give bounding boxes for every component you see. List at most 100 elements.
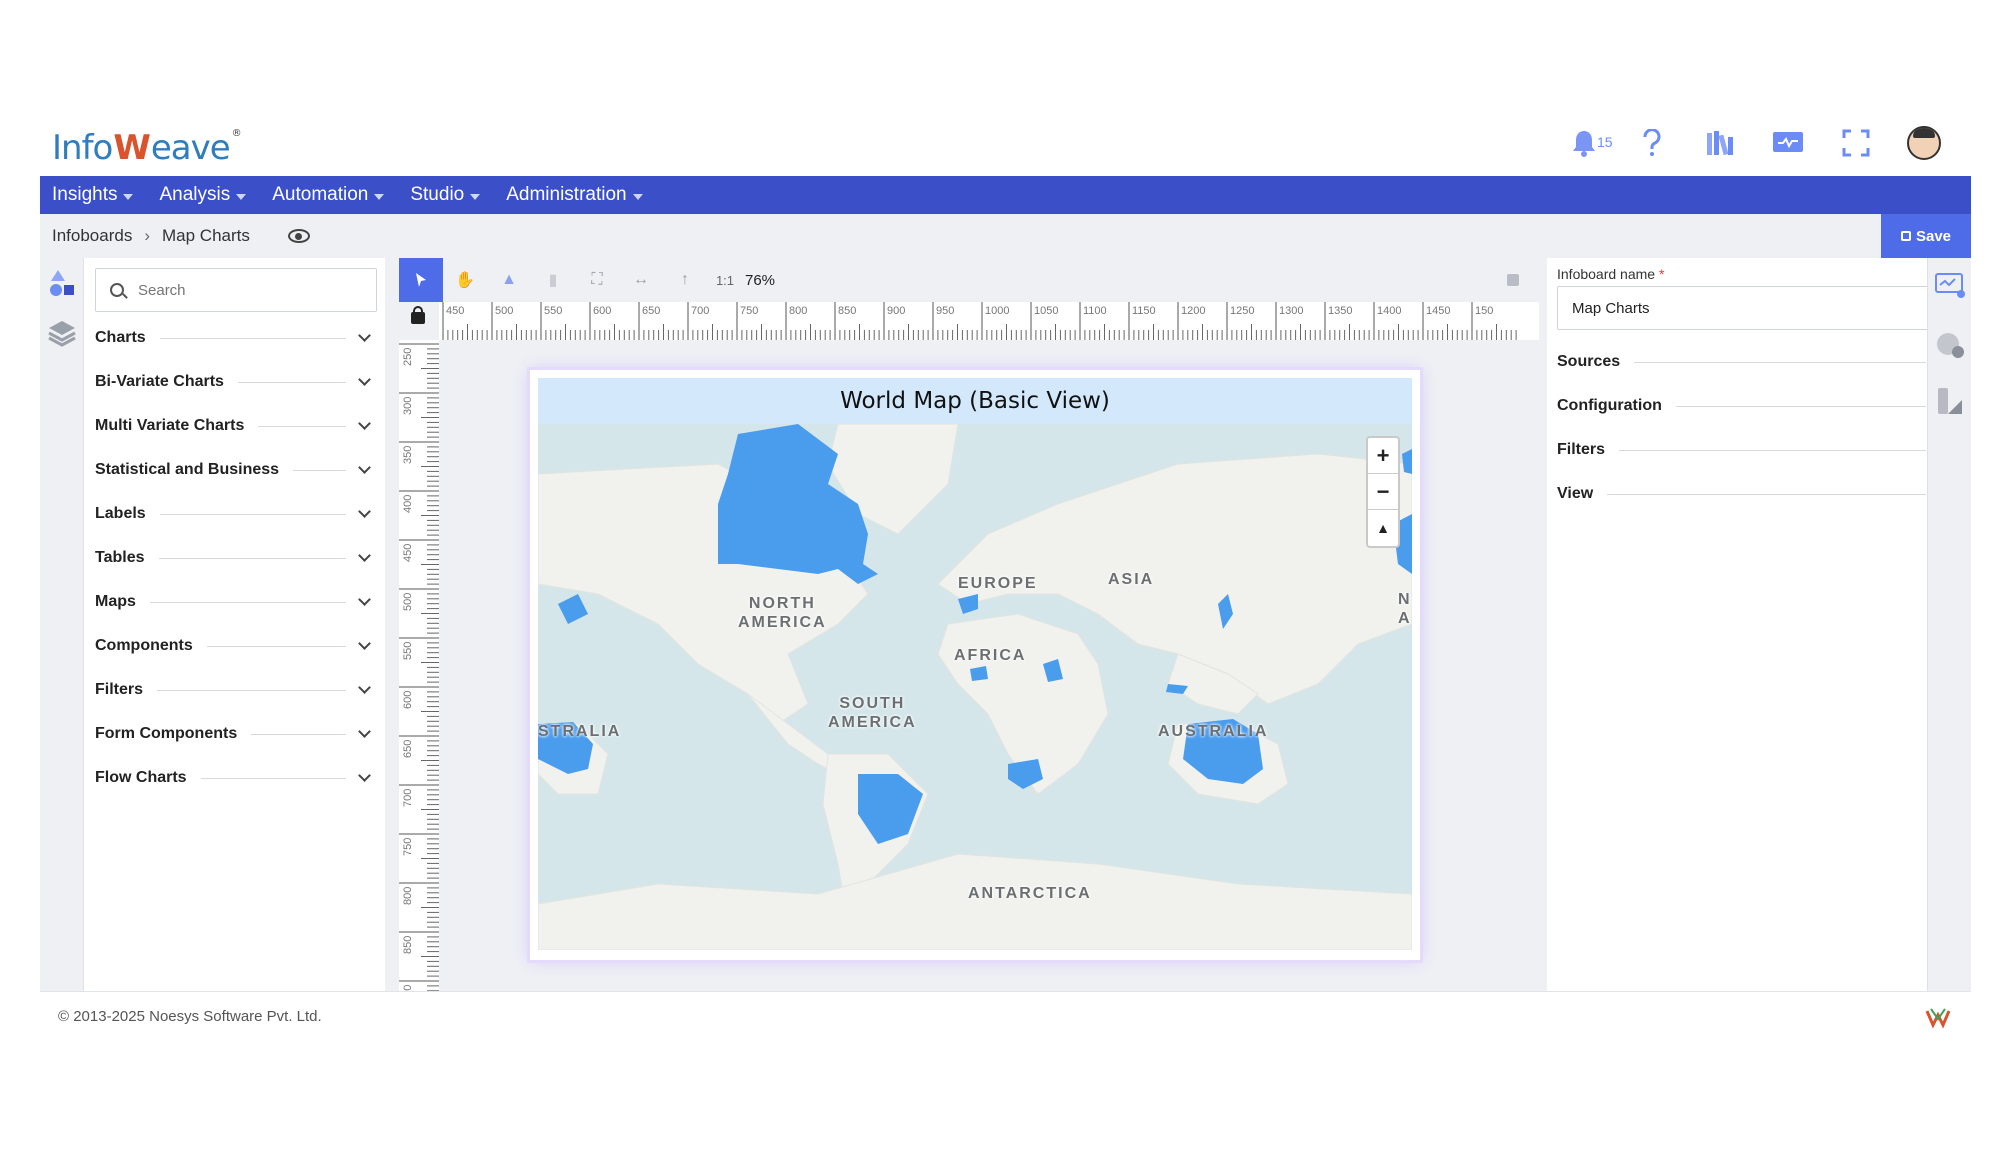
left-splitter[interactable] bbox=[385, 258, 399, 991]
category-charts[interactable]: Charts bbox=[95, 316, 377, 360]
arrow-up-icon: ↑ bbox=[681, 271, 689, 288]
user-avatar[interactable] bbox=[1907, 126, 1941, 160]
divider bbox=[1619, 449, 1926, 451]
section-view[interactable]: View bbox=[1557, 472, 1957, 516]
world-map[interactable]: NORTH AMERICA SOUTH AMERICA EUROPE ASIA … bbox=[538, 424, 1412, 950]
layers-icon[interactable] bbox=[45, 316, 79, 350]
category-tables[interactable]: Tables bbox=[95, 536, 377, 580]
lock-icon[interactable] bbox=[411, 306, 425, 324]
map-layer bbox=[538, 424, 1412, 950]
zoom-level: 76% bbox=[745, 271, 776, 289]
select-tool-button[interactable] bbox=[399, 258, 443, 302]
breadcrumb-current: Map Charts bbox=[162, 226, 250, 245]
zoom-out-button[interactable]: − bbox=[1368, 474, 1398, 510]
nav-administration[interactable]: Administration bbox=[506, 184, 643, 206]
actual-size-button[interactable]: 1:1 bbox=[707, 258, 743, 302]
map-widget[interactable]: World Map (Basic View) NORTH AMERICA SOU… bbox=[530, 370, 1420, 960]
breadcrumb: Infoboards › Map Charts Save bbox=[40, 214, 1971, 258]
search-icon bbox=[110, 283, 124, 297]
ruler-tick-label: 700 bbox=[402, 789, 414, 807]
zoom-in-button[interactable]: + bbox=[1368, 438, 1398, 474]
category-label: Charts bbox=[95, 329, 146, 346]
ruler-tick-label: 550 bbox=[402, 642, 414, 660]
right-rail bbox=[1927, 258, 1971, 991]
category-filters[interactable]: Filters bbox=[95, 668, 377, 712]
save-button[interactable]: Save bbox=[1881, 214, 1971, 258]
ruler-tick-label: 600 bbox=[593, 305, 611, 317]
label-africa: AFRICA bbox=[954, 646, 1026, 665]
divider bbox=[1607, 493, 1926, 495]
ruler-tick-label: 750 bbox=[740, 305, 758, 317]
map-zoom-control: + − ▲ bbox=[1366, 436, 1400, 548]
label-text: AUSTRALIA bbox=[1158, 723, 1269, 740]
label-asia: ASIA bbox=[1108, 570, 1154, 589]
category-components[interactable]: Components bbox=[95, 624, 377, 668]
category-form-components[interactable]: Form Components bbox=[95, 712, 377, 756]
category-multi-variate-charts[interactable]: Multi Variate Charts bbox=[95, 404, 377, 448]
nav-insights[interactable]: Insights bbox=[52, 184, 134, 206]
ruler-tick-label: 1000 bbox=[985, 305, 1009, 317]
nav-label: Automation bbox=[272, 184, 369, 205]
library-button[interactable] bbox=[1703, 126, 1737, 160]
divider bbox=[251, 733, 346, 735]
category-statistical-business[interactable]: Statistical and Business bbox=[95, 448, 377, 492]
breadcrumb-root[interactable]: Infoboards bbox=[52, 226, 132, 246]
reset-north-button[interactable]: ▲ bbox=[1368, 510, 1398, 546]
vertical-ruler: 2503003504004505005506006507007508008509… bbox=[399, 340, 439, 991]
widget-settings-icon[interactable] bbox=[1933, 268, 1967, 302]
notifications-button[interactable]: 15 bbox=[1567, 126, 1613, 160]
brand-name-end: eave bbox=[150, 128, 231, 168]
brand-mark: W bbox=[113, 128, 151, 168]
arrows-horizontal-icon: ↔ bbox=[633, 271, 649, 288]
footer: © 2013-2025 Noesys Software Pvt. Ltd. bbox=[40, 991, 1971, 1040]
ruler-tick-label: 1350 bbox=[1328, 305, 1352, 317]
delete-button[interactable]: ▮ bbox=[531, 258, 575, 302]
category-label: Labels bbox=[95, 505, 146, 522]
label-text: AFRICA bbox=[954, 647, 1027, 664]
category-labels[interactable]: Labels bbox=[95, 492, 377, 536]
save-label: Save bbox=[1915, 227, 1952, 245]
shapes-icon[interactable] bbox=[45, 266, 79, 300]
chevron-down-icon bbox=[358, 549, 371, 562]
fit-width-button[interactable]: ↔ bbox=[619, 258, 663, 302]
section-filters[interactable]: Filters bbox=[1557, 428, 1957, 472]
theme-settings-icon[interactable] bbox=[1933, 328, 1967, 362]
fullscreen-button[interactable] bbox=[1839, 126, 1873, 160]
help-button[interactable] bbox=[1635, 126, 1669, 160]
infoboard-name-input[interactable]: Map Charts bbox=[1557, 286, 1957, 330]
label-right-edge: N A bbox=[1398, 590, 1412, 628]
monitor-button[interactable] bbox=[1771, 126, 1805, 160]
label-text: N A bbox=[1398, 591, 1412, 627]
category-bi-variate-charts[interactable]: Bi-Variate Charts bbox=[95, 360, 377, 404]
search-input[interactable] bbox=[138, 281, 338, 299]
label-text: NORTH AMERICA bbox=[738, 595, 827, 631]
caret-down-icon bbox=[236, 193, 247, 200]
preview-eye-icon[interactable] bbox=[287, 229, 310, 243]
chevron-down-icon bbox=[358, 769, 371, 782]
category-maps[interactable]: Maps bbox=[95, 580, 377, 624]
chevron-down-icon bbox=[358, 329, 371, 342]
section-sources[interactable]: Sources bbox=[1557, 340, 1957, 384]
category-flow-charts[interactable]: Flow Charts bbox=[95, 756, 377, 800]
copyright-text: © 2013-2025 Noesys Software Pvt. Ltd. bbox=[58, 1007, 322, 1025]
nav-studio[interactable]: Studio bbox=[410, 184, 481, 206]
pan-tool-button[interactable]: ✋ bbox=[443, 258, 487, 302]
help-small-icon[interactable] bbox=[1507, 274, 1519, 286]
category-label: Tables bbox=[95, 549, 145, 566]
search-box[interactable] bbox=[95, 268, 377, 312]
ruler-tick-label: 150 bbox=[1475, 305, 1493, 317]
right-splitter[interactable] bbox=[1539, 258, 1547, 991]
nav-automation[interactable]: Automation bbox=[272, 184, 385, 206]
fit-height-button[interactable]: ↑ bbox=[663, 258, 707, 302]
shapes-tool-button[interactable]: ▲ bbox=[487, 258, 531, 302]
brand-logo[interactable]: Info Weave ® bbox=[52, 128, 242, 168]
pointer-icon bbox=[416, 273, 426, 287]
nav-analysis[interactable]: Analysis bbox=[159, 184, 247, 206]
fit-button[interactable]: ⛶ bbox=[575, 258, 619, 302]
ruler-tick-label: 350 bbox=[402, 446, 414, 464]
section-configuration[interactable]: Configuration bbox=[1557, 384, 1957, 428]
trash-icon: ▮ bbox=[548, 272, 558, 289]
style-settings-icon[interactable] bbox=[1933, 384, 1967, 418]
ruler-tick-label: 1400 bbox=[1377, 305, 1401, 317]
nav-label: Insights bbox=[52, 184, 118, 205]
